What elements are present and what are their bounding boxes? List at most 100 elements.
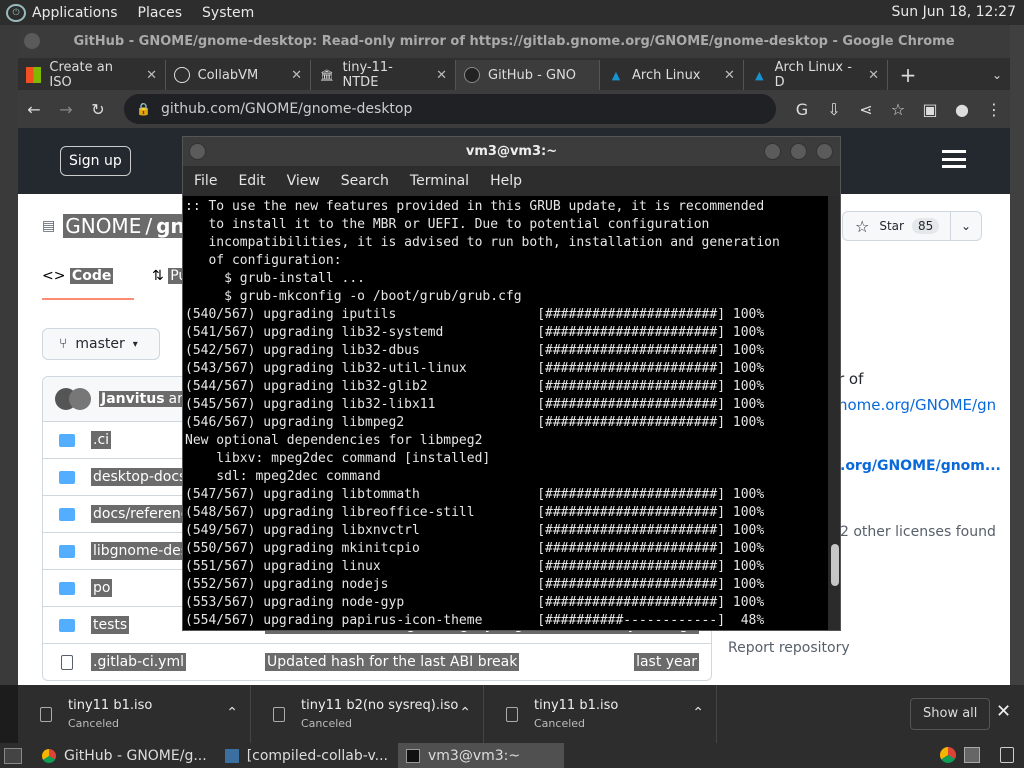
terminal-line: (553/567) upgrading node-gyp [##########…: [185, 595, 765, 610]
bookmark-star-icon[interactable]: ☆: [882, 100, 914, 119]
profile-avatar-icon[interactable]: ●: [946, 100, 978, 119]
file-icon: [61, 654, 73, 670]
taskbar-item-collab[interactable]: [compiled-collab-v...: [217, 743, 396, 768]
close-icon[interactable]: ✕: [868, 68, 879, 83]
tab-label: Arch Linux: [632, 67, 701, 83]
star-button[interactable]: ☆ Star 85 ⌄: [842, 211, 982, 241]
minimize-button[interactable]: [764, 143, 781, 160]
applications-menu[interactable]: Applications: [32, 5, 118, 21]
tab-search-chevron-icon[interactable]: ⌄: [984, 60, 1010, 90]
window-menu-button[interactable]: [189, 143, 206, 160]
tab-collabvm[interactable]: CollabVM ✕: [166, 60, 311, 90]
download-item[interactable]: tiny11 b1.iso Canceled ⌃: [18, 685, 251, 743]
menu-view[interactable]: View: [287, 173, 320, 189]
taskbar-label: [compiled-collab-v...: [246, 747, 388, 764]
chevron-up-icon[interactable]: ⌃: [459, 705, 471, 721]
taskbar-item-chrome[interactable]: GitHub - GNOME/g...: [34, 743, 215, 768]
maximize-button[interactable]: [790, 143, 807, 160]
menu-file[interactable]: File: [194, 173, 217, 189]
back-button[interactable]: ←: [18, 100, 50, 119]
taskbar-item-terminal[interactable]: vm3@vm3:~: [398, 743, 564, 768]
address-bar[interactable]: 🔒 github.com/GNOME/gnome-desktop: [124, 94, 776, 124]
tab-create-iso[interactable]: Create an ISO ✕: [18, 60, 166, 90]
tab-label: Arch Linux - D: [774, 60, 852, 90]
file-name[interactable]: .ci: [91, 431, 112, 449]
tray-chrome-icon[interactable]: [940, 747, 956, 763]
branch-selector[interactable]: ⑂ master ▾: [42, 328, 160, 360]
arch-icon: ▲: [755, 68, 764, 82]
repo-owner-link[interactable]: GNOME: [63, 214, 144, 238]
terminal-line: (554/567) upgrading papirus-icon-theme […: [185, 613, 765, 628]
trash-icon[interactable]: [1000, 747, 1014, 763]
lock-icon: 🔒: [136, 102, 151, 116]
menu-edit[interactable]: Edit: [238, 173, 265, 189]
download-status: Canceled: [68, 717, 120, 730]
new-tab-button[interactable]: +: [888, 60, 928, 90]
tab-github[interactable]: GitHub - GNO: [456, 60, 600, 90]
places-menu[interactable]: Places: [138, 5, 183, 21]
folder-icon: [59, 507, 75, 521]
report-repository-link[interactable]: Report repository: [728, 640, 850, 656]
window-menu-button[interactable]: [24, 33, 40, 49]
download-item[interactable]: tiny11 b2(no sysreq).iso Canceled ⌃: [251, 685, 484, 743]
close-icon[interactable]: ✕: [996, 701, 1011, 722]
commit-message[interactable]: Updated hash for the last ABI break: [265, 653, 520, 671]
side-panel-icon[interactable]: ▣: [914, 100, 946, 119]
tray-window-icon[interactable]: [964, 747, 980, 763]
show-all-button[interactable]: Show all: [910, 698, 991, 730]
hamburger-menu-icon[interactable]: [942, 150, 966, 168]
terminal-titlebar[interactable]: vm3@vm3:~: [183, 137, 840, 166]
system-menu[interactable]: System: [202, 5, 254, 21]
close-icon[interactable]: ✕: [146, 68, 157, 83]
close-button[interactable]: [816, 143, 833, 160]
menu-search[interactable]: Search: [341, 173, 389, 189]
tab-arch-linux[interactable]: ▲ Arch Linux ✕: [600, 60, 744, 90]
folder-icon: [59, 544, 75, 558]
licenses-link[interactable]: 2 other licenses found: [840, 524, 996, 540]
tab-strip: Create an ISO ✕ CollabVM ✕ 🏛 tiny-11-NTD…: [18, 58, 1010, 90]
scrollbar-thumb[interactable]: [831, 544, 839, 586]
terminal-line: to install it to the MBR or UEFI. Due to…: [185, 217, 710, 232]
share-icon[interactable]: ⋖: [850, 100, 882, 119]
tab-label: CollabVM: [197, 67, 259, 83]
forward-button[interactable]: →: [50, 100, 82, 119]
file-name[interactable]: tests: [91, 616, 130, 634]
taskbar: GitHub - GNOME/g... [compiled-collab-v..…: [0, 743, 1024, 768]
tab-code[interactable]: <> Code: [42, 268, 134, 300]
about-text: r of: [838, 370, 864, 388]
commit-author[interactable]: Janvitus: [99, 391, 167, 407]
chrome-titlebar[interactable]: GitHub - GNOME/gnome-desktop: Read-only …: [18, 25, 1010, 58]
table-row[interactable]: .gitlab-ci.yml Updated hash for the last …: [43, 643, 711, 680]
install-icon[interactable]: ⇩: [818, 100, 850, 119]
website-link[interactable]: .org/GNOME/gnom...: [840, 458, 1001, 474]
clock[interactable]: Sun Jun 18, 12:27: [892, 4, 1016, 20]
chevron-up-icon[interactable]: ⌃: [226, 705, 238, 721]
about-link[interactable]: nome.org/GNOME/gn: [838, 396, 996, 414]
terminal-line: (546/567) upgrading libmpeg2 [##########…: [185, 415, 765, 430]
avatar[interactable]: [69, 388, 91, 410]
chevron-up-icon[interactable]: ⌃: [692, 705, 704, 721]
chrome-menu-icon[interactable]: ⋮: [978, 100, 1010, 119]
show-desktop-icon[interactable]: [4, 747, 22, 764]
menu-help[interactable]: Help: [490, 173, 522, 189]
google-lens-icon[interactable]: G: [786, 100, 818, 119]
menu-terminal[interactable]: Terminal: [410, 173, 469, 189]
close-icon[interactable]: ✕: [291, 68, 302, 83]
chrome-toolbar: ← → ↻ 🔒 github.com/GNOME/gnome-desktop G…: [18, 90, 1010, 128]
tab-arch-linux-d[interactable]: ▲ Arch Linux - D ✕: [744, 60, 888, 90]
close-icon[interactable]: ✕: [436, 68, 447, 83]
reload-button[interactable]: ↻: [82, 100, 114, 119]
sign-up-button[interactable]: Sign up: [60, 146, 131, 176]
file-name[interactable]: .gitlab-ci.yml: [91, 653, 186, 671]
star-dropdown-chevron-icon[interactable]: ⌄: [949, 212, 981, 240]
file-name[interactable]: desktop-docs: [91, 468, 189, 486]
desktop-right-edge: [1010, 25, 1024, 685]
terminal-scrollbar[interactable]: [828, 196, 840, 630]
tab-tiny11[interactable]: 🏛 tiny-11-NTDE ✕: [311, 60, 456, 90]
download-item[interactable]: tiny11 b1.iso Canceled ⌃: [484, 685, 717, 743]
file-name[interactable]: po: [91, 579, 113, 597]
close-icon[interactable]: ✕: [724, 68, 735, 83]
code-icon: <>: [42, 268, 66, 284]
terminal-output[interactable]: :: To use the new features provided in t…: [183, 196, 828, 630]
gnome-foot-icon[interactable]: ⏻: [6, 3, 26, 22]
